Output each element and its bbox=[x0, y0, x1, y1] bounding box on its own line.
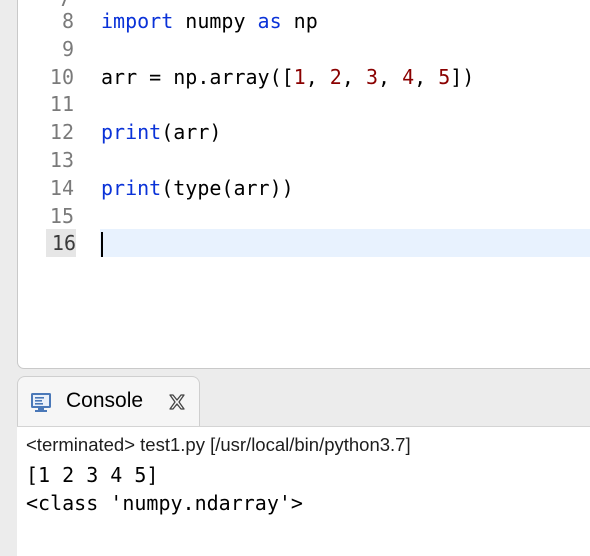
console-output-line: <class 'numpy.ndarray'> bbox=[26, 491, 303, 515]
console-icon bbox=[31, 393, 51, 412]
text-cursor bbox=[101, 232, 103, 258]
code-line[interactable]: 14 print(type(arr)) bbox=[18, 174, 590, 202]
keyword-token: print bbox=[101, 120, 162, 145]
line-number: 11 bbox=[49, 92, 74, 117]
number-token: 1 bbox=[293, 64, 306, 89]
console-tab-label: Console bbox=[66, 389, 144, 412]
line-number: 16 bbox=[46, 229, 76, 258]
number-token: 2 bbox=[329, 64, 342, 89]
code-text: import numpy as np bbox=[101, 7, 318, 35]
console-tab[interactable]: Console bbox=[17, 376, 200, 426]
code-token: numpy bbox=[173, 9, 258, 33]
code-token: , bbox=[414, 64, 439, 89]
line-number-partial: 7 bbox=[58, 0, 68, 6]
code-line[interactable]: 11 bbox=[18, 90, 590, 118]
line-number: 14 bbox=[49, 175, 74, 200]
line-number: 8 bbox=[61, 9, 74, 33]
keyword-token: print bbox=[101, 175, 162, 200]
current-code-line[interactable]: 16 bbox=[18, 229, 590, 258]
code-token: arr = np.array([ bbox=[101, 64, 294, 89]
code-token: , bbox=[305, 64, 330, 89]
code-editor[interactable]: 7 8 import numpy as np 9 10 arr = np.array([… bbox=[17, 0, 590, 369]
code-line[interactable]: 13 bbox=[18, 146, 590, 174]
code-line[interactable]: 15 bbox=[18, 202, 590, 230]
console-tab-bar: Console bbox=[17, 376, 590, 426]
keyword-token: import bbox=[101, 9, 174, 33]
line-number: 15 bbox=[49, 203, 74, 228]
current-line-highlight bbox=[100, 229, 590, 258]
line-number: 10 bbox=[49, 64, 74, 89]
number-token: 3 bbox=[365, 64, 378, 89]
code-text: print(arr) bbox=[101, 118, 221, 146]
code-text: arr = np.array([1, 2, 3, 4, 5]) bbox=[101, 63, 474, 91]
number-token: 4 bbox=[402, 64, 415, 89]
code-token: , bbox=[341, 64, 366, 89]
code-line[interactable]: 12 print(arr) bbox=[18, 118, 590, 146]
code-text bbox=[101, 229, 103, 258]
console-output-line: [1 2 3 4 5] bbox=[26, 463, 159, 487]
number-token: 5 bbox=[438, 64, 451, 89]
console-status: <terminated> test1.py [/usr/local/bin/py… bbox=[26, 434, 411, 455]
code-token: , bbox=[377, 64, 403, 89]
line-number: 9 bbox=[61, 36, 74, 61]
line-number: 13 bbox=[49, 148, 74, 172]
code-line[interactable]: 8 import numpy as np bbox=[18, 7, 590, 35]
code-token: np bbox=[281, 9, 318, 33]
code-line[interactable]: 10 arr = np.array([1, 2, 3, 4, 5]) bbox=[18, 63, 590, 91]
keyword-token: as bbox=[257, 9, 282, 33]
code-line[interactable]: 9 bbox=[18, 35, 590, 63]
code-text: print(type(arr)) bbox=[101, 174, 294, 202]
close-icon[interactable] bbox=[168, 393, 186, 411]
code-token: (type(arr)) bbox=[161, 175, 294, 200]
console-output-panel[interactable]: <terminated> test1.py [/usr/local/bin/py… bbox=[17, 426, 590, 556]
code-token: ]) bbox=[450, 64, 475, 89]
code-token: (arr) bbox=[161, 120, 222, 145]
line-number: 12 bbox=[49, 120, 74, 145]
